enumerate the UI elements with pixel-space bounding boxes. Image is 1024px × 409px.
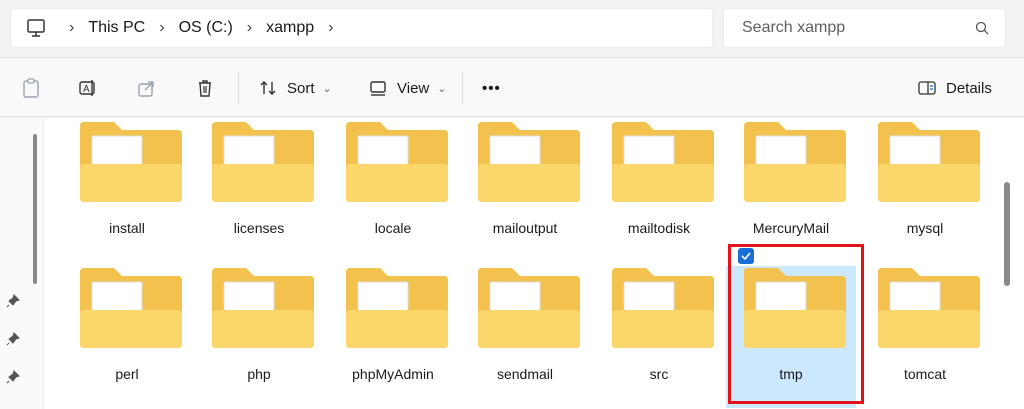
toolbar-divider: [238, 73, 239, 103]
file-explorer-window: › This PC › OS (C:) › xampp › Search xam…: [0, 0, 1024, 409]
navigation-pane: [0, 118, 44, 409]
folder-label: perl: [115, 366, 139, 382]
folder-label: mailoutput: [492, 220, 558, 236]
folder-item[interactable]: perl: [62, 266, 192, 408]
breadcrumb-xampp[interactable]: xampp: [266, 19, 314, 37]
folder-icon: [612, 122, 714, 202]
folder-item[interactable]: licenses: [194, 120, 324, 262]
breadcrumb-os-c[interactable]: OS (C:): [179, 19, 233, 37]
view-label: View: [397, 79, 430, 97]
folder-item[interactable]: phpMyAdmin: [328, 266, 458, 408]
selection-checkbox[interactable]: [738, 248, 754, 264]
folder-item[interactable]: tomcat: [860, 266, 990, 408]
folder-icon: [612, 268, 714, 348]
folder-icon: [744, 122, 846, 202]
folder-label: src: [649, 366, 669, 382]
folder-item[interactable]: locale: [328, 120, 458, 262]
folder-item[interactable]: MercuryMail: [726, 120, 856, 262]
details-label: Details: [946, 79, 992, 97]
folder-icon: [80, 122, 182, 202]
view-icon: [370, 81, 386, 96]
chevron-right-icon[interactable]: ›: [247, 19, 252, 37]
folder-label: mysql: [906, 220, 944, 236]
chevron-down-icon: ⌄: [437, 82, 447, 95]
highlight-frame: [728, 244, 864, 404]
folder-label: tomcat: [903, 366, 946, 382]
folder-item[interactable]: mailoutput: [460, 120, 590, 262]
details-button[interactable]: Details: [918, 77, 992, 99]
folder-item[interactable]: mailtodisk: [594, 120, 724, 262]
file-view: install licenses locale mailoutput mailtodis…: [0, 118, 1024, 409]
pin-icon[interactable]: [6, 332, 20, 346]
more-options-button[interactable]: •••: [482, 77, 501, 99]
paste-button[interactable]: [22, 77, 40, 99]
folder-icon: [878, 268, 980, 348]
svg-text:A: A: [83, 84, 90, 95]
folder-icon: [212, 268, 314, 348]
folder-icon: [478, 268, 580, 348]
command-bar: A Sort ⌄ View ⌄ ••• Details: [0, 59, 1024, 117]
share-button[interactable]: [137, 77, 157, 99]
trash-icon: [199, 80, 211, 97]
share-icon: [138, 81, 154, 97]
sort-icon: [260, 81, 276, 95]
rename-button[interactable]: A: [78, 77, 98, 99]
toolbar-divider: [462, 73, 463, 103]
folder-item[interactable]: php: [194, 266, 324, 408]
delete-button[interactable]: [195, 77, 215, 99]
vertical-scrollbar[interactable]: [1004, 182, 1010, 286]
address-row: › This PC › OS (C:) › xampp › Search xam…: [0, 0, 1024, 58]
nav-scrollbar[interactable]: [33, 134, 37, 284]
pin-icon[interactable]: [6, 370, 20, 384]
chevron-right-icon[interactable]: ›: [159, 19, 164, 37]
folder-label: mailtodisk: [627, 220, 691, 236]
folder-label: MercuryMail: [752, 220, 830, 236]
breadcrumb[interactable]: › This PC › OS (C:) › xampp ›: [10, 8, 713, 48]
computer-icon: [27, 19, 45, 37]
folder-icon: [878, 122, 980, 202]
folder-label: sendmail: [496, 366, 554, 382]
sort-label: Sort: [287, 79, 315, 97]
details-pane-icon: [918, 81, 936, 95]
checkmark-icon: [741, 252, 751, 261]
view-button[interactable]: View ⌄: [368, 77, 446, 99]
folder-icon: [346, 268, 448, 348]
sort-button[interactable]: Sort ⌄: [258, 77, 332, 99]
chevron-right-icon[interactable]: ›: [328, 19, 333, 37]
folder-icon: [478, 122, 580, 202]
chevron-right-icon[interactable]: ›: [69, 19, 74, 37]
folder-label: locale: [374, 220, 412, 236]
folder-item[interactable]: src: [594, 266, 724, 408]
paste-icon: [23, 78, 39, 98]
folder-label: install: [109, 220, 145, 236]
folder-item[interactable]: install: [62, 120, 192, 262]
folder-label: phpMyAdmin: [352, 366, 434, 382]
folder-label: php: [247, 366, 271, 382]
folder-icon: [212, 122, 314, 202]
search-placeholder: Search xampp: [742, 19, 846, 36]
search-input[interactable]: Search xampp: [723, 8, 1006, 48]
folder-icon: [346, 122, 448, 202]
folder-label: licenses: [233, 220, 285, 236]
chevron-down-icon: ⌄: [322, 82, 332, 95]
search-icon: [975, 21, 989, 35]
pin-icon[interactable]: [6, 294, 20, 308]
folder-item[interactable]: mysql: [860, 120, 990, 262]
folder-icon: [80, 268, 182, 348]
rename-icon: A: [79, 80, 95, 96]
breadcrumb-this-pc[interactable]: This PC: [88, 19, 145, 37]
folder-item[interactable]: sendmail: [460, 266, 590, 408]
